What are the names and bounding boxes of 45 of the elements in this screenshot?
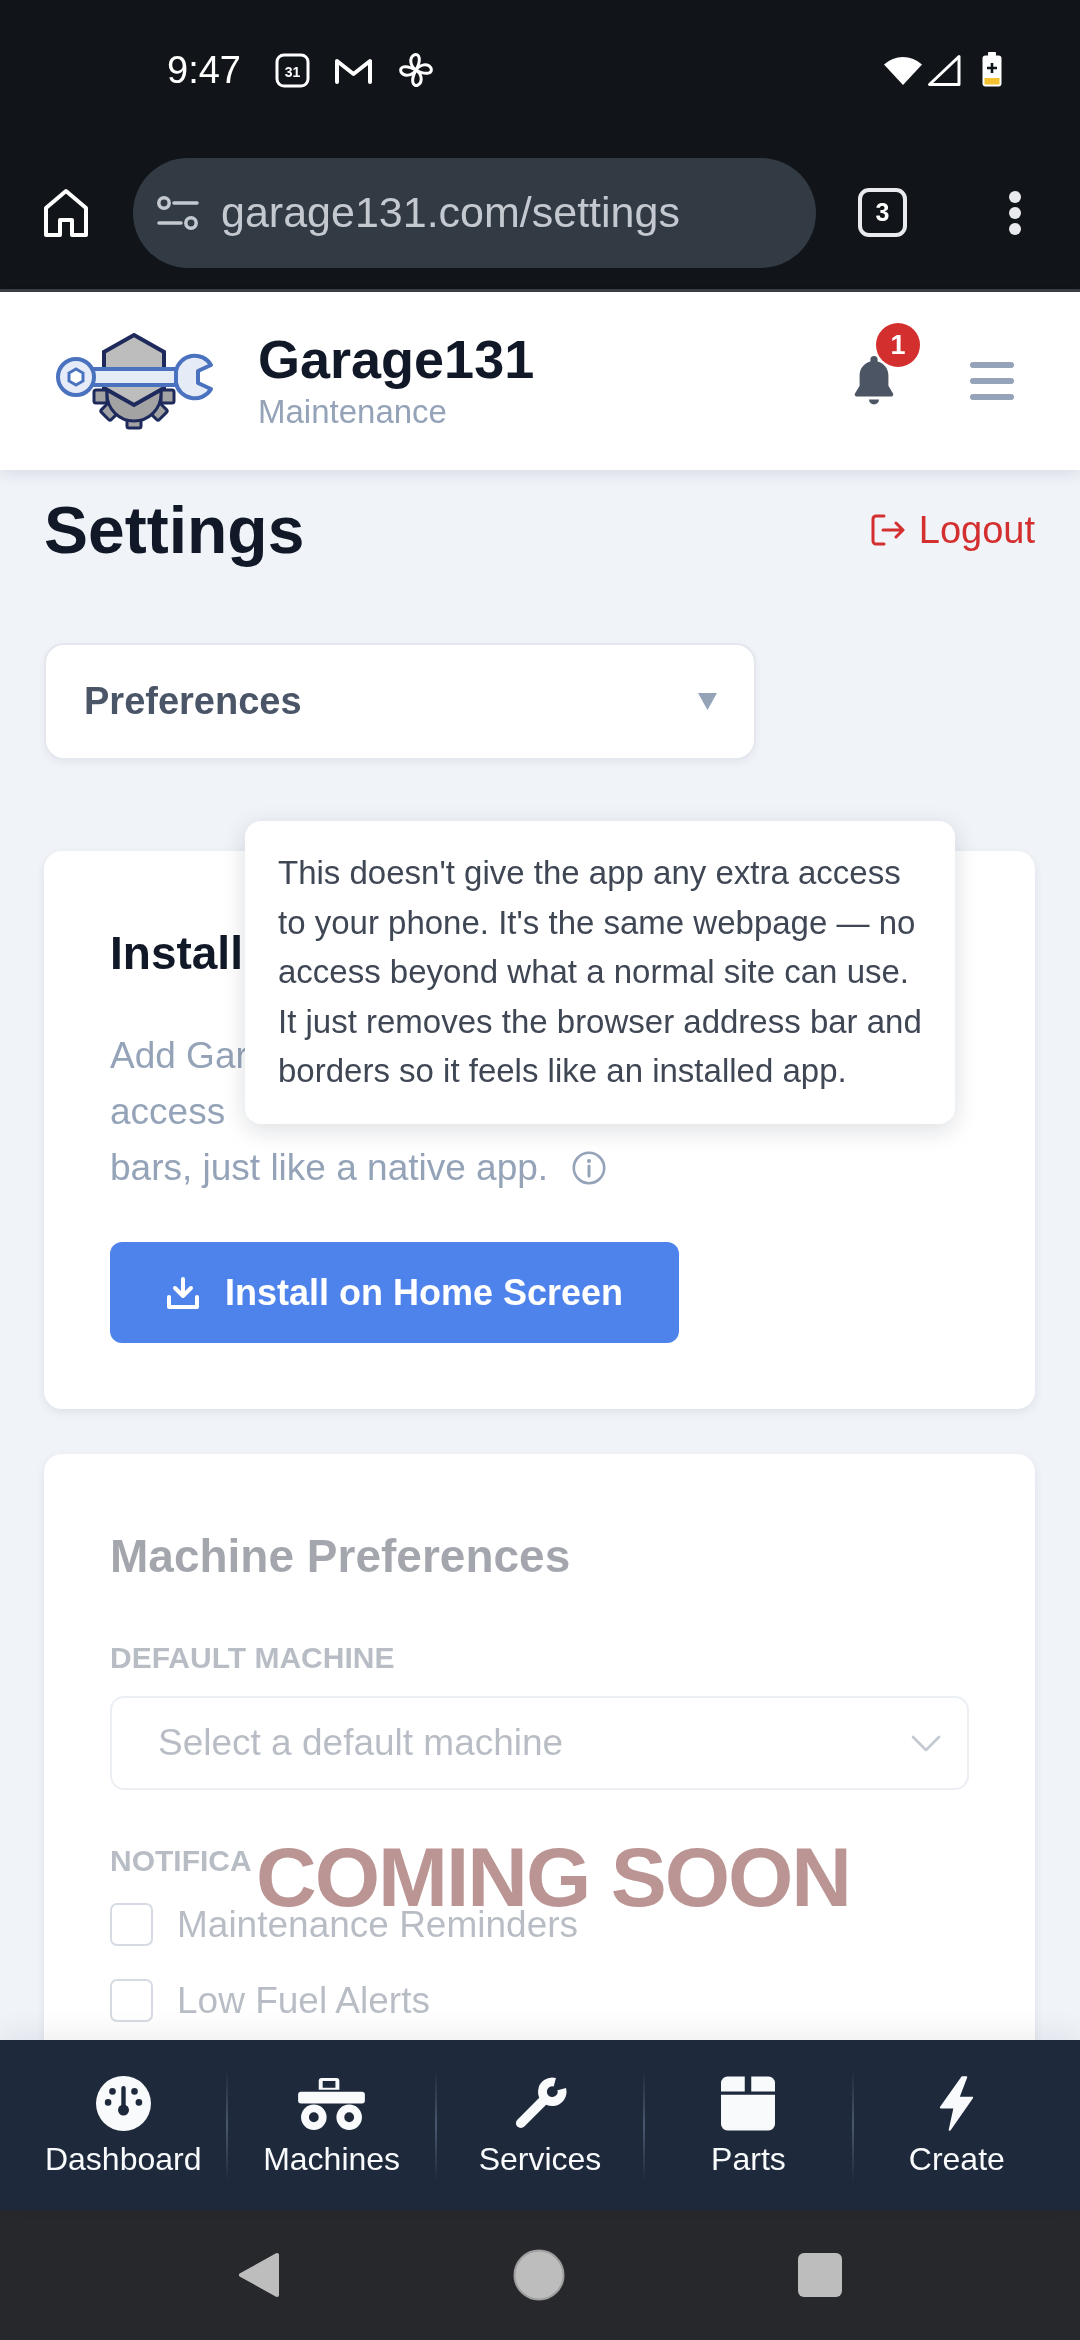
pinwheel-icon (396, 52, 435, 88)
nav-tab[interactable]: Dashboard (20, 2075, 227, 2175)
letter-m-icon (333, 56, 373, 84)
sliders-icon[interactable] (157, 195, 199, 230)
more-options-icon[interactable] (1008, 190, 1022, 235)
nav-tab[interactable]: Machines (228, 2075, 435, 2175)
wrench-gear-logo-icon (54, 332, 214, 430)
description-text: bars, just like a native app. (110, 1146, 549, 1190)
field-label: DEFAULT MACHINE (110, 1640, 395, 1676)
section-title: Machine Preferences (110, 1529, 571, 1584)
logout-link[interactable]: Logout (870, 501, 1035, 559)
info-tooltip: This doesn't give the app any extra access to your phone. It's the same webpage — no access beyond what a normal site can use. It just removes the browser address bar and borders so it feels like an installed app. (245, 821, 955, 1124)
gauge-icon (95, 2075, 151, 2131)
app-subtitle: Maintenance (258, 391, 448, 432)
home-icon[interactable] (43, 187, 89, 238)
address-bar[interactable]: garage131.com/settings (133, 157, 816, 268)
back-icon[interactable] (238, 2252, 280, 2298)
app-name: Garage131 (258, 330, 535, 388)
pickup-truck-icon (297, 2075, 367, 2131)
page-title: Settings (44, 492, 305, 569)
description-text: access (110, 1090, 226, 1134)
description-text: Add Gar (110, 1034, 248, 1078)
signal-icon (927, 54, 961, 86)
info-icon[interactable] (572, 1151, 607, 1185)
checkbox-label: Low Fuel Alerts (177, 1979, 430, 2022)
nav-tab[interactable]: Services (436, 2075, 644, 2175)
card-title: Install (110, 926, 243, 981)
download-icon (166, 1275, 200, 1310)
battery-icon (981, 52, 1003, 88)
section-select[interactable]: Preferences (44, 643, 756, 760)
home-circle-icon[interactable] (513, 2249, 565, 2301)
calendar-icon: 31 (274, 52, 310, 88)
field-label: NOTIFICA (110, 1843, 252, 1879)
install-button[interactable]: Install on Home Screen (110, 1242, 680, 1343)
notification-badge: 1 (876, 323, 920, 367)
chevron-down-icon (911, 1734, 941, 1752)
nav-tab[interactable]: Create (853, 2075, 1061, 2175)
caret-icon (698, 693, 717, 710)
box-icon (721, 2075, 776, 2131)
status-time: 9:47 (167, 51, 241, 89)
tab-switcher-button[interactable]: 3 (858, 188, 907, 237)
logout-icon (870, 514, 905, 546)
nav-tab[interactable]: Parts (645, 2075, 852, 2175)
menu-icon[interactable] (970, 362, 1014, 400)
wifi-icon (883, 54, 923, 86)
